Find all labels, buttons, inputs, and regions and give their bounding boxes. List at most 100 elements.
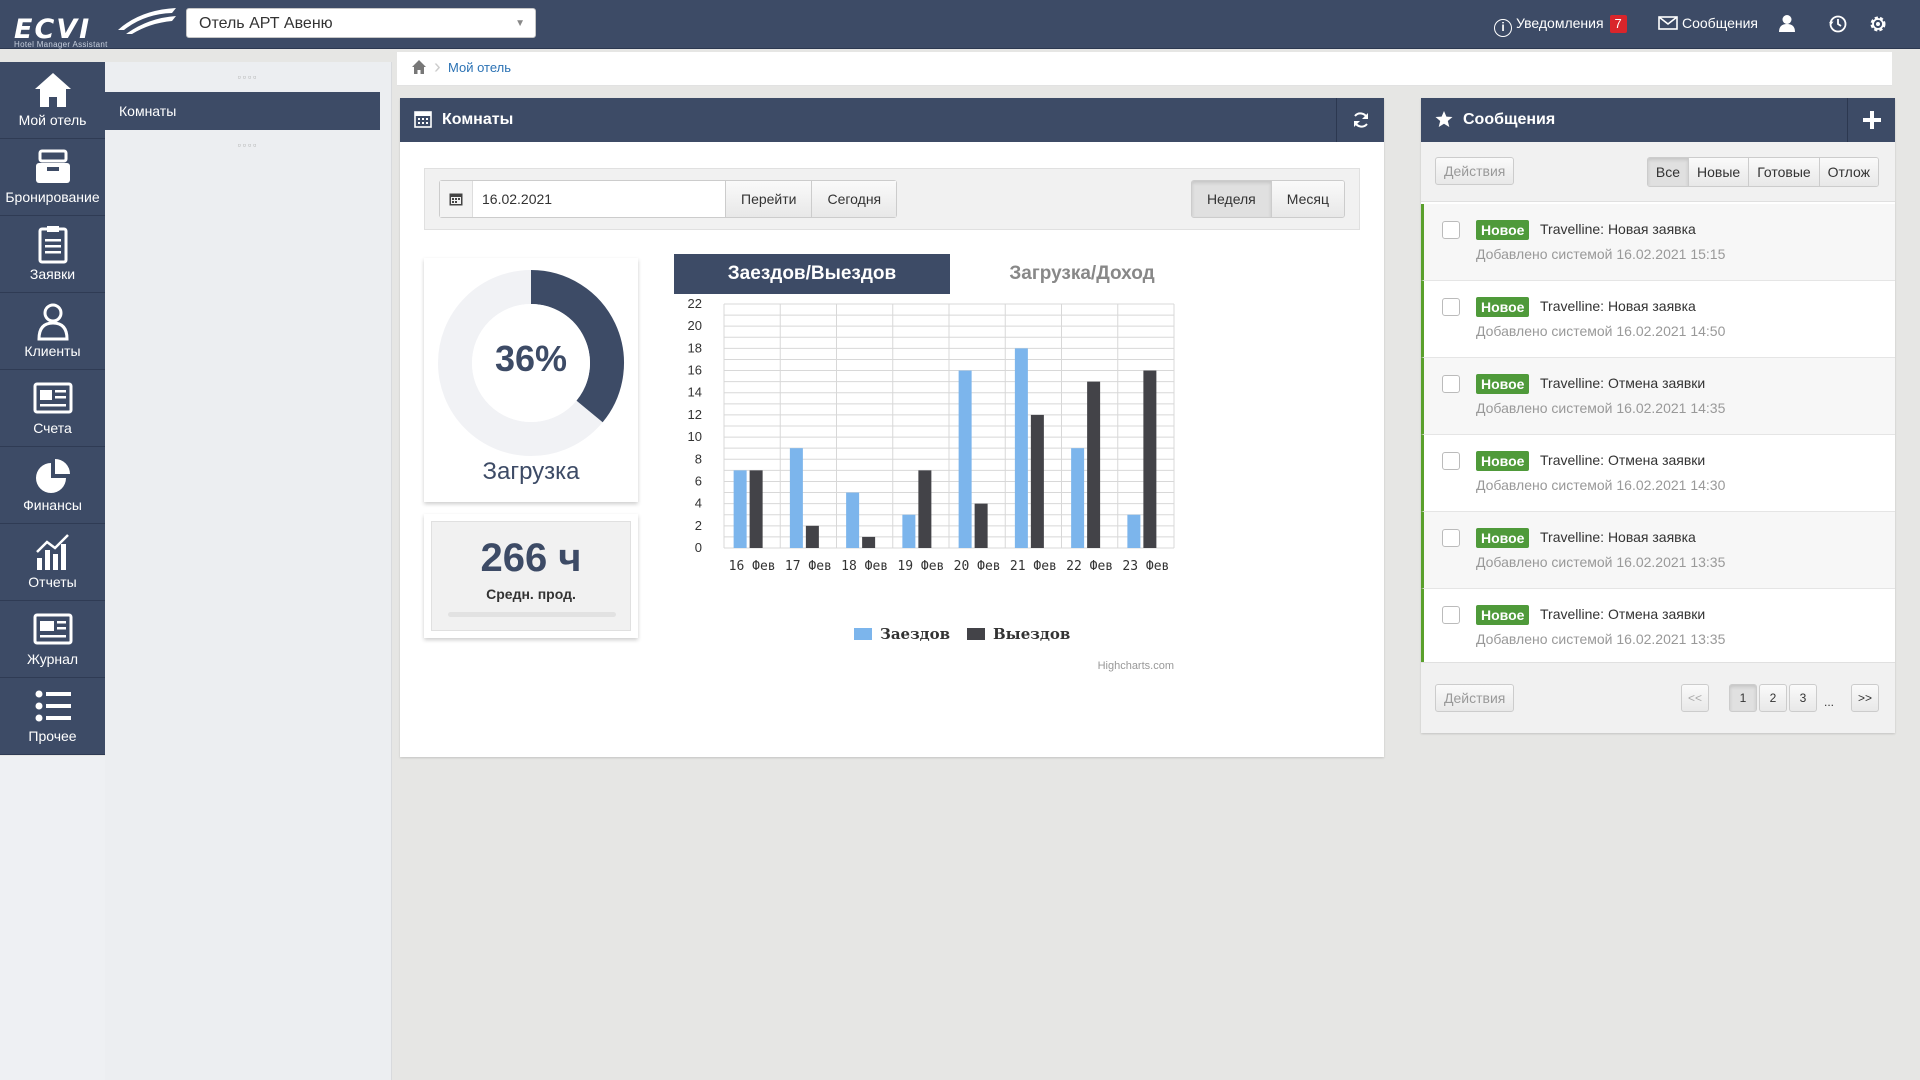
- message-item[interactable]: Новое Travelline: Отмена заявки Добавлен…: [1421, 435, 1895, 512]
- pagination-page-3[interactable]: 3: [1789, 684, 1817, 712]
- home-icon[interactable]: [411, 59, 427, 75]
- x-tick-label: 16 Фев: [729, 559, 776, 574]
- messages-toolbar: Действия Все Новые Готовые Отлож: [1421, 142, 1895, 202]
- breadcrumb-link[interactable]: Мой отель: [448, 60, 511, 75]
- add-message-button[interactable]: [1847, 98, 1895, 142]
- chart-bar: [1071, 448, 1085, 548]
- chart-bar: [862, 536, 876, 548]
- y-tick-label: 14: [688, 385, 702, 400]
- message-title[interactable]: Travelline: Отмена заявки: [1540, 452, 1705, 468]
- occupancy-label: Загрузка: [482, 458, 580, 485]
- message-title[interactable]: Travelline: Новая заявка: [1540, 529, 1696, 545]
- sidebar-grip-top[interactable]: ▫▫▫▫: [105, 62, 391, 92]
- week-button[interactable]: Неделя: [1191, 181, 1271, 217]
- y-tick-label: 4: [695, 496, 702, 511]
- sidebar-grip-bottom[interactable]: ▫▫▫▫: [105, 130, 391, 160]
- x-tick-label: 17 Фев: [785, 559, 832, 574]
- nav-item-journal[interactable]: Журнал: [0, 601, 105, 678]
- pagination-next[interactable]: >>: [1851, 684, 1879, 712]
- y-tick-label: 10: [688, 429, 702, 444]
- breadcrumb: › Мой отель: [397, 52, 1892, 86]
- message-title[interactable]: Travelline: Отмена заявки: [1540, 606, 1705, 622]
- message-item[interactable]: Новое Travelline: Новая заявка Добавлено…: [1421, 512, 1895, 589]
- sub-sidebar: ▫▫▫▫ Комнаты ▫▫▫▫: [105, 62, 392, 1080]
- nav-item-clients[interactable]: Клиенты: [0, 293, 105, 370]
- nav-item-my-hotel[interactable]: Мой отель: [0, 62, 105, 139]
- nav-item-reports[interactable]: Отчеты: [0, 524, 105, 601]
- pagination-page-1[interactable]: 1: [1729, 684, 1757, 712]
- nav-item-other[interactable]: Прочее: [0, 678, 105, 755]
- pie-chart-icon: [35, 459, 70, 493]
- nav-item-label: Мой отель: [18, 112, 87, 128]
- calendar-button[interactable]: [440, 181, 473, 217]
- nav-item-finance[interactable]: Финансы: [0, 447, 105, 524]
- filter-done[interactable]: Готовые: [1748, 158, 1819, 186]
- message-item[interactable]: Новое Travelline: Новая заявка Добавлено…: [1421, 204, 1895, 281]
- go-button[interactable]: Перейти: [725, 181, 812, 217]
- filter-all[interactable]: Все: [1647, 158, 1689, 186]
- nav-item-invoices[interactable]: Счета: [0, 370, 105, 447]
- message-checkbox[interactable]: [1442, 221, 1460, 239]
- user-icon: [36, 303, 69, 341]
- hotel-select-value: Отель АРТ Авеню: [199, 15, 333, 32]
- message-item[interactable]: Новое Travelline: Отмена заявки Добавлен…: [1421, 589, 1895, 666]
- message-title[interactable]: Travelline: Новая заявка: [1540, 298, 1696, 314]
- message-item[interactable]: Новое Travelline: Новая заявка Добавлено…: [1421, 281, 1895, 358]
- filter-deferred[interactable]: Отлож: [1818, 158, 1878, 186]
- avg-stay-value: 266 ч: [480, 536, 582, 580]
- today-button[interactable]: Сегодня: [811, 181, 897, 217]
- message-meta: Добавлено системой 16.02.2021 14:35: [1476, 400, 1726, 416]
- star-icon: [1435, 111, 1453, 127]
- history-button[interactable]: [1828, 14, 1848, 40]
- message-checkbox[interactable]: [1442, 375, 1460, 393]
- logo-subtitle: Hotel Manager Assistant: [14, 40, 108, 49]
- calendar-icon: [449, 193, 463, 206]
- refresh-button[interactable]: [1336, 98, 1384, 142]
- subnav-item-rooms[interactable]: Комнаты: [105, 92, 380, 130]
- message-checkbox[interactable]: [1442, 606, 1460, 624]
- nav-item-requests[interactable]: Заявки: [0, 216, 105, 293]
- x-tick-label: 23 Фев: [1122, 559, 1169, 574]
- message-checkbox[interactable]: [1442, 529, 1460, 547]
- plus-icon: [1862, 111, 1881, 129]
- refresh-icon: [1353, 112, 1368, 128]
- hotel-select[interactable]: Отель АРТ Авеню ▼: [186, 8, 536, 38]
- main-nav: Мой отель Бронирование Заявки Клиенты Сч…: [0, 62, 105, 755]
- chart-bar: [749, 470, 763, 548]
- date-picker-group: 16.02.2021 Перейти Сегодня: [439, 180, 898, 218]
- message-title[interactable]: Travelline: Новая заявка: [1540, 221, 1696, 237]
- date-input[interactable]: 16.02.2021: [473, 181, 725, 217]
- month-button[interactable]: Месяц: [1270, 181, 1344, 217]
- breadcrumb-separator: ›: [434, 56, 441, 78]
- message-checkbox[interactable]: [1442, 298, 1460, 316]
- x-tick-label: 21 Фев: [1010, 559, 1057, 574]
- info-icon: i: [1494, 19, 1512, 37]
- message-meta: Добавлено системой 16.02.2021 14:30: [1476, 477, 1726, 493]
- nav-item-label: Отчеты: [28, 574, 77, 590]
- chart-bar: [1087, 381, 1101, 548]
- messages-panel-title: Сообщения: [1463, 111, 1556, 128]
- app-logo[interactable]: ECVI Hotel Manager Assistant: [10, 4, 176, 49]
- pagination-prev[interactable]: <<: [1681, 684, 1709, 712]
- message-checkbox[interactable]: [1442, 452, 1460, 470]
- pagination-page-2[interactable]: 2: [1759, 684, 1787, 712]
- newspaper-icon: [33, 382, 72, 414]
- tab-checkins[interactable]: Заездов/Выездов: [674, 254, 950, 294]
- gear-icon: [1870, 16, 1886, 32]
- actions-button[interactable]: Действия: [1435, 157, 1515, 185]
- home-icon: [34, 73, 71, 107]
- journal-icon: [33, 613, 72, 645]
- tab-occupancy-revenue[interactable]: Загрузка/Доход: [950, 254, 1214, 294]
- messages-panel-header: Сообщения: [1421, 98, 1895, 142]
- notifications-button[interactable]: i Уведомления 7: [1494, 12, 1627, 37]
- pagination: << 1 2 3 ... >>: [1679, 684, 1879, 712]
- chart-bar: [974, 503, 988, 548]
- nav-item-booking[interactable]: Бронирование: [0, 139, 105, 216]
- message-title[interactable]: Travelline: Отмена заявки: [1540, 375, 1705, 391]
- filter-new[interactable]: Новые: [1688, 158, 1749, 186]
- message-item[interactable]: Новое Travelline: Отмена заявки Добавлен…: [1421, 358, 1895, 435]
- footer-actions-button[interactable]: Действия: [1435, 684, 1515, 712]
- user-menu-button[interactable]: [1778, 14, 1796, 38]
- settings-button[interactable]: [1868, 14, 1888, 40]
- messages-button[interactable]: Сообщения: [1658, 12, 1758, 34]
